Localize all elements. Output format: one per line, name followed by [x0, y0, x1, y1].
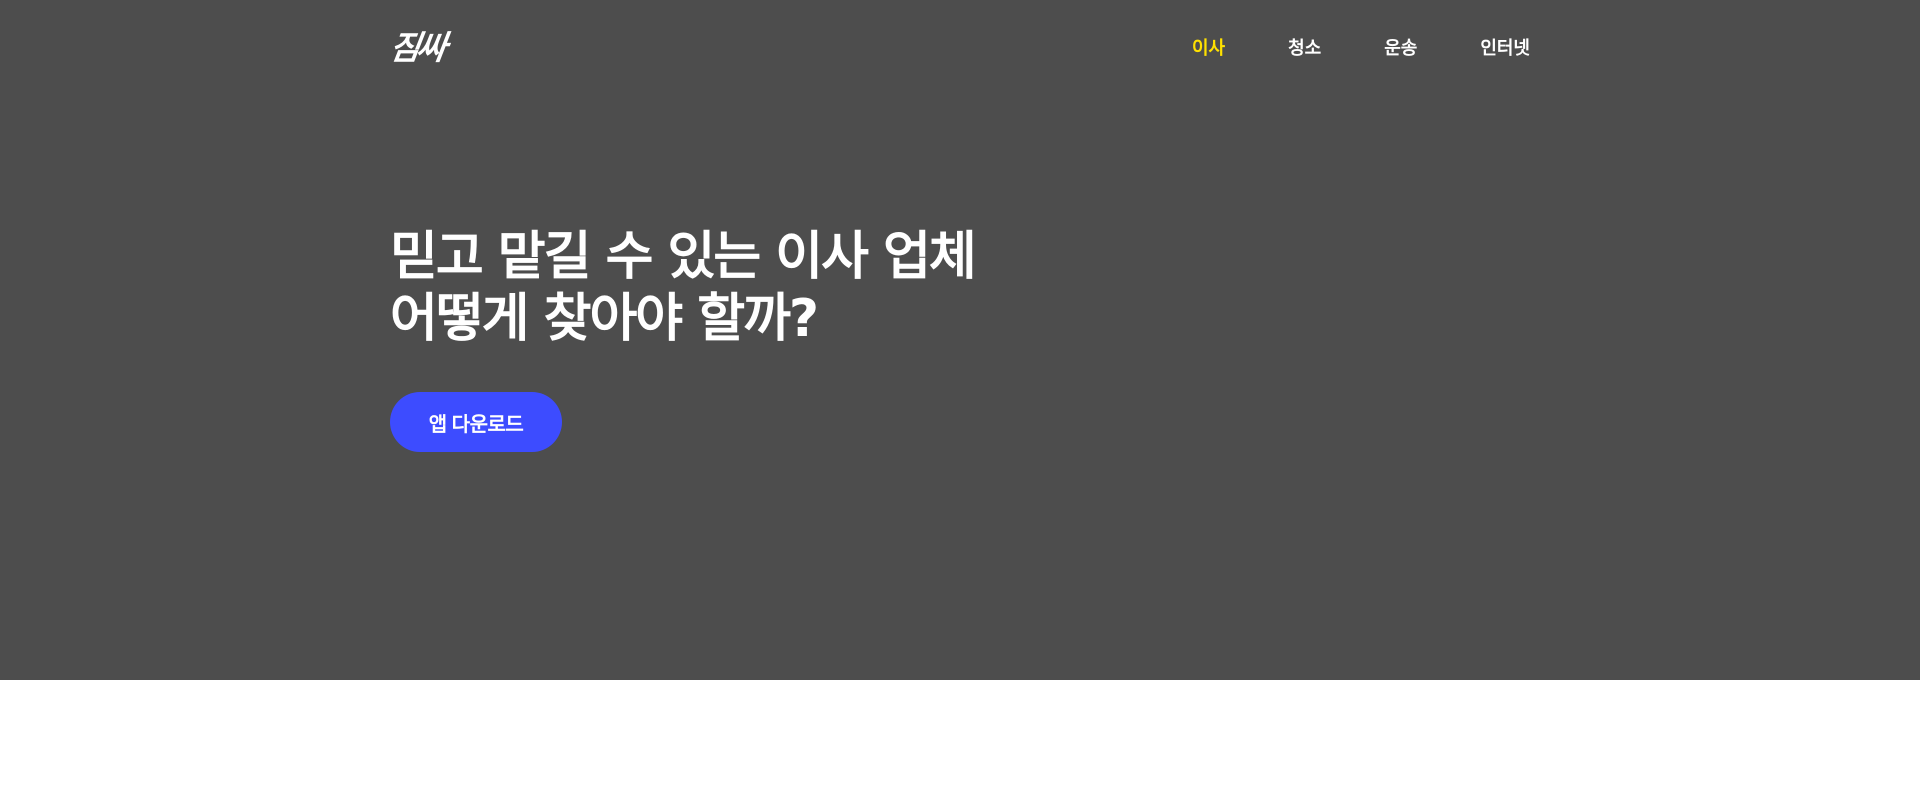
site-header: 짐싸 이사 청소 운송 인터넷 [387, 24, 1530, 74]
hero-headline: 믿고 맡길 수 있는 이사 업체 어떻게 찾아야 할까? [390, 226, 1190, 350]
hero-headline-line2: 어떻게 찾아야 할까? [390, 289, 819, 349]
main-nav: 이사 청소 운송 인터넷 [1192, 37, 1530, 61]
logo[interactable]: 짐싸 [387, 28, 445, 67]
nav-item-moving[interactable]: 이사 [1192, 37, 1225, 61]
nav-item-cleaning[interactable]: 청소 [1288, 37, 1321, 61]
nav-item-transport[interactable]: 운송 [1384, 37, 1417, 61]
hero-section: 짐싸 이사 청소 운송 인터넷 믿고 맡길 수 있는 이사 업체 어떻게 찾아야… [0, 0, 1920, 680]
nav-item-internet[interactable]: 인터넷 [1480, 37, 1530, 61]
hero-headline-line1: 믿고 맡길 수 있는 이사 업체 [390, 227, 977, 287]
app-download-button[interactable]: 앱 다운로드 [390, 392, 562, 452]
